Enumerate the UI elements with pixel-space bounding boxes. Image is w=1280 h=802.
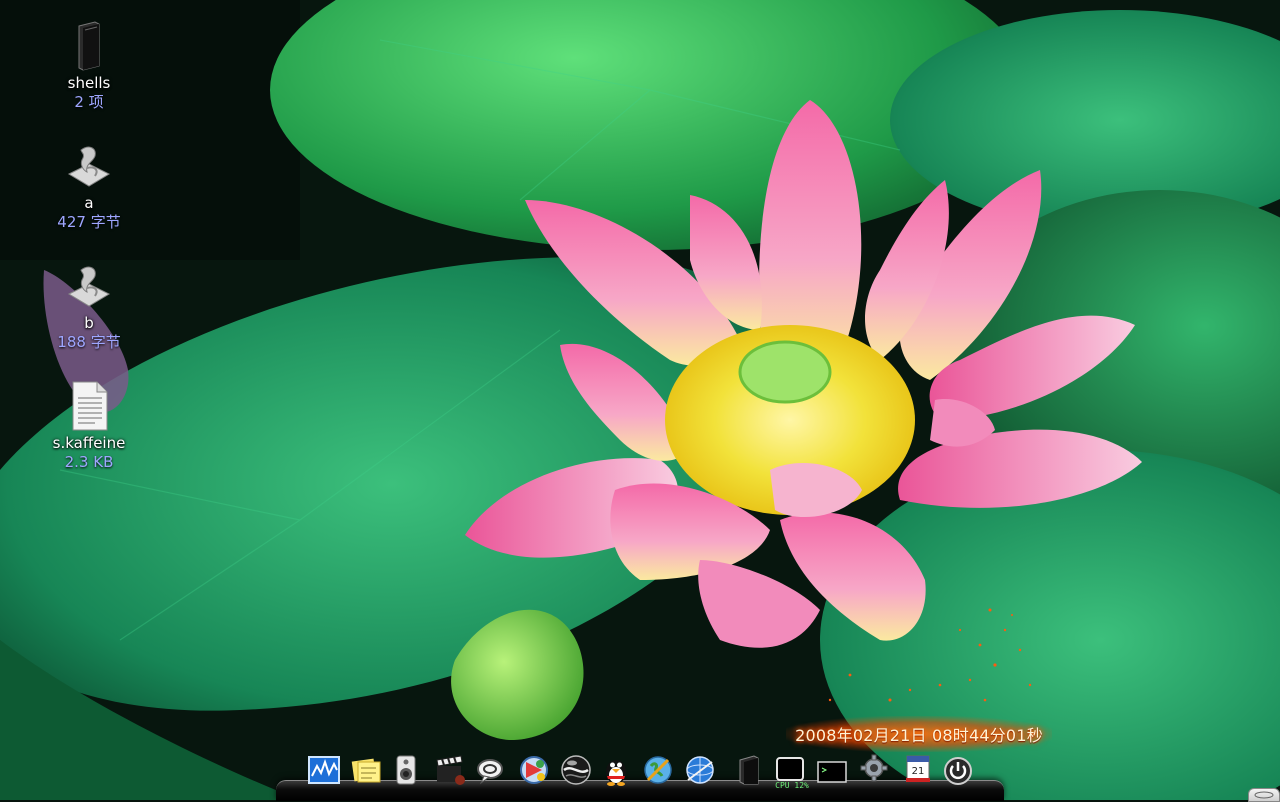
media-player-icon	[520, 756, 548, 784]
desktop-icon-label: s.kaffeine	[52, 434, 126, 452]
text-file-icon	[72, 381, 108, 431]
desktop-icon-label: a	[84, 194, 94, 212]
settings-gear-icon	[860, 754, 888, 782]
desktop-icon-label: b	[84, 314, 94, 332]
dock-item-calendar[interactable]: 21	[900, 754, 936, 794]
dock-item-media-player[interactable]	[516, 754, 552, 794]
dock-item-settings[interactable]	[856, 754, 892, 794]
calendar-icon: 21	[906, 755, 930, 782]
clapperboard-icon	[436, 755, 465, 785]
dock: 21	[300, 754, 1000, 800]
dock-item-chat[interactable]	[472, 754, 508, 794]
desktop-icon-meta: 188 字节	[57, 333, 121, 351]
system-monitor-icon	[308, 756, 340, 784]
desktop-icon-s-kaffeine[interactable]: s.kaffeine 2.3 KB	[40, 380, 138, 472]
penguin-qq-icon	[606, 760, 626, 786]
dock-item-system-monitor[interactable]	[306, 754, 342, 794]
dock-item-network[interactable]	[682, 754, 718, 794]
fire-sparks-decoration	[828, 608, 1032, 702]
desktop-icon-a[interactable]: a 427 字节	[40, 140, 138, 232]
dock-item-web-browser[interactable]	[640, 754, 676, 794]
dock-item-movie-player[interactable]	[432, 754, 468, 794]
script-icon	[67, 146, 111, 187]
chat-bubble-icon	[477, 759, 503, 785]
dock-item-globe[interactable]	[558, 754, 594, 794]
dock-item-terminal-window[interactable]	[730, 754, 766, 794]
desktop-wallpaper	[0, 0, 1280, 800]
globe-icon	[561, 755, 591, 785]
script-icon	[67, 266, 111, 307]
desktop-icon-meta: 2.3 KB	[64, 453, 114, 471]
dock-item-black-terminal[interactable]	[814, 754, 850, 794]
speaker-icon	[396, 755, 416, 785]
desktop-icon-meta: 2 项	[74, 93, 104, 111]
folder-icon	[78, 21, 100, 71]
ellipse-icon	[1254, 791, 1274, 799]
desktop-icon-meta: 427 字节	[57, 213, 121, 231]
dock-item-sticky-notes[interactable]	[348, 754, 384, 794]
desktop-icon-shells[interactable]: shells 2 项	[40, 20, 138, 112]
dock-item-power[interactable]	[940, 754, 976, 794]
web-browser-icon	[644, 756, 672, 784]
dock-item-speaker[interactable]	[388, 754, 424, 794]
desktop-clock: 2008年02月21日 08时44分01秒	[786, 716, 1052, 752]
dock-item-qq[interactable]	[598, 754, 634, 794]
sticky-notes-icon	[351, 758, 381, 783]
terminal-window-icon	[739, 755, 759, 785]
cpu-usage-label: CPU 12%	[775, 781, 809, 790]
desktop-icon-label: shells	[67, 74, 111, 92]
svg-text:21: 21	[912, 766, 925, 777]
power-icon	[944, 757, 972, 785]
desktop-icon-b[interactable]: b 188 字节	[40, 260, 138, 352]
clock-text: 2008年02月21日 08时44分01秒	[795, 726, 1043, 745]
network-icon	[686, 756, 714, 784]
black-terminal-icon	[817, 761, 847, 783]
